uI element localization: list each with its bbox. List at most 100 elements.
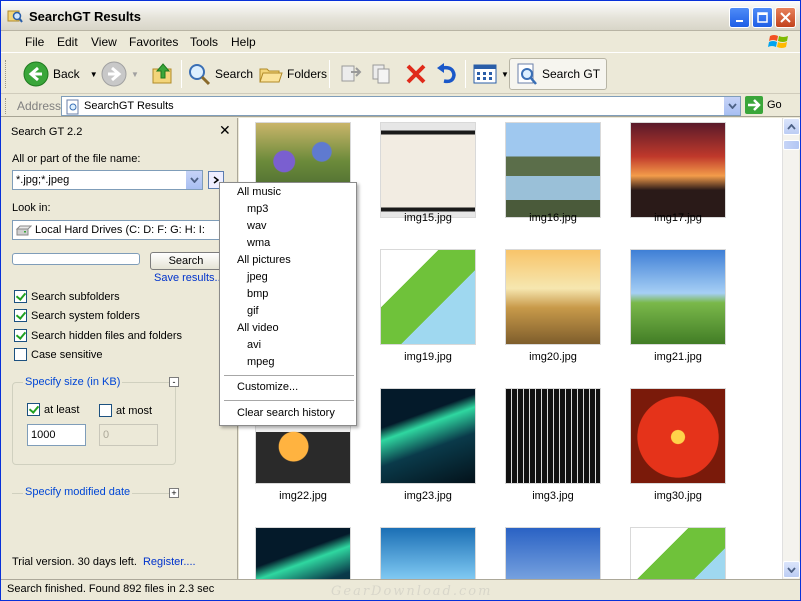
thumbnail-label[interactable]: img22.jpg	[243, 490, 363, 502]
thumbnail[interactable]	[505, 249, 601, 345]
menu-item-wma[interactable]: wma	[247, 237, 270, 249]
menu-item-avi[interactable]: avi	[247, 339, 261, 351]
date-expand-button[interactable]: +	[169, 488, 179, 498]
menu-item-wav[interactable]: wav	[247, 220, 267, 232]
thumbnail-image	[631, 528, 725, 579]
thumbnail-label[interactable]: img30.jpg	[618, 490, 738, 502]
menu-item-all-music[interactable]: All music	[237, 186, 281, 198]
panel-close-icon[interactable]: ✕	[219, 122, 231, 139]
at-least-input[interactable]: 1000	[27, 424, 86, 446]
scroll-thumb[interactable]	[783, 140, 800, 150]
option-search-subfolders[interactable]: Search subfolders	[14, 290, 120, 303]
address-dropdown-button[interactable]	[723, 97, 740, 115]
menu-item-mp3[interactable]: mp3	[247, 203, 268, 215]
folders-button[interactable]: Folders	[259, 58, 327, 90]
trial-text: Trial version. 30 days left.	[12, 556, 137, 568]
thumbnail-label[interactable]: img15.jpg	[368, 212, 488, 224]
copy-to-button[interactable]	[371, 58, 395, 90]
at-least-option[interactable]: at least	[27, 403, 79, 416]
thumbnail[interactable]	[380, 527, 476, 579]
thumbnail[interactable]	[505, 122, 601, 218]
maximize-button[interactable]	[752, 7, 773, 28]
thumbnail-label[interactable]: img19.jpg	[368, 351, 488, 363]
forward-button[interactable]: ▼	[101, 58, 139, 90]
thumbnail[interactable]	[630, 388, 726, 484]
menu-file[interactable]: File	[25, 35, 44, 49]
vertical-scrollbar[interactable]	[782, 118, 800, 579]
menu-item-all-video[interactable]: All video	[237, 322, 279, 334]
lookin-combo[interactable]: Local Hard Drives (C: D: F: G: H: I:	[12, 220, 222, 240]
search-button[interactable]: Search	[187, 58, 253, 90]
views-dropdown-icon[interactable]: ▼	[501, 70, 509, 79]
undo-button[interactable]	[435, 58, 459, 90]
thumbnail[interactable]	[505, 388, 601, 484]
thumbnail[interactable]	[380, 388, 476, 484]
lookin-label: Look in:	[12, 202, 51, 214]
at-most-input[interactable]: 0	[99, 424, 158, 446]
go-button[interactable]: Go	[745, 96, 782, 114]
subfolders-checkbox[interactable]	[14, 290, 27, 303]
menu-tools[interactable]: Tools	[190, 35, 218, 49]
thumbnail-label[interactable]: img21.jpg	[618, 351, 738, 363]
delete-button[interactable]	[405, 58, 427, 90]
menu-item-mpeg[interactable]: mpeg	[247, 356, 275, 368]
save-results-link[interactable]: Save results...	[154, 272, 224, 284]
minimize-button[interactable]	[729, 7, 750, 28]
thumbnail-image	[631, 123, 725, 217]
system-folders-checkbox[interactable]	[14, 309, 27, 322]
up-folder-button[interactable]	[151, 58, 175, 90]
hidden-files-checkbox[interactable]	[14, 329, 27, 342]
address-grip[interactable]	[5, 98, 8, 114]
views-button[interactable]: ▼	[473, 58, 509, 90]
date-group-title[interactable]: Specify modified date	[23, 486, 133, 498]
option-case-sensitive[interactable]: Case sensitive	[14, 348, 103, 361]
menu-clear-history[interactable]: Clear search history	[237, 407, 335, 419]
menu-edit[interactable]: Edit	[57, 35, 78, 49]
option-search-system-folders[interactable]: Search system folders	[14, 309, 140, 322]
menu-favorites[interactable]: Favorites	[129, 35, 178, 49]
menu-item-gif[interactable]: gif	[247, 305, 259, 317]
filename-dropdown-button[interactable]	[185, 171, 202, 189]
at-least-checkbox[interactable]	[27, 403, 40, 416]
back-dropdown-icon[interactable]: ▼	[90, 70, 98, 79]
filename-combo[interactable]: *.jpg;*.jpeg	[12, 170, 203, 190]
register-link[interactable]: Register....	[143, 556, 196, 568]
thumbnail-label[interactable]: img17.jpg	[618, 212, 738, 224]
chevron-down-icon	[727, 103, 737, 109]
thumbnail[interactable]	[630, 249, 726, 345]
thumbnail[interactable]	[630, 122, 726, 218]
case-sensitive-checkbox[interactable]	[14, 348, 27, 361]
menu-view[interactable]: View	[91, 35, 117, 49]
thumbnail-label[interactable]: img16.jpg	[493, 212, 613, 224]
close-button[interactable]	[775, 7, 796, 28]
size-collapse-button[interactable]: -	[169, 377, 179, 387]
search-start-button[interactable]: Search	[150, 252, 222, 270]
address-input[interactable]: SearchGT Results	[61, 96, 741, 116]
thumbnail[interactable]	[505, 527, 601, 579]
thumbnail[interactable]	[630, 527, 726, 579]
scroll-up-button[interactable]	[783, 118, 800, 135]
thumbnail-label[interactable]: img20.jpg	[493, 351, 613, 363]
at-most-option[interactable]: at most	[99, 404, 152, 417]
toolbar-grip[interactable]	[5, 60, 8, 88]
menu-item-all-pictures[interactable]: All pictures	[237, 254, 291, 266]
menu-item-jpeg[interactable]: jpeg	[247, 271, 268, 283]
forward-dropdown-icon[interactable]: ▼	[131, 70, 139, 79]
search-panel: Search GT 2.2 ✕ All or part of the file …	[1, 118, 238, 579]
searchgt-button[interactable]: Search GT	[509, 58, 608, 90]
thumbnail[interactable]	[380, 122, 476, 218]
back-button[interactable]: Back ▼	[23, 58, 98, 90]
menu-item-bmp[interactable]: bmp	[247, 288, 268, 300]
option-search-hidden[interactable]: Search hidden files and folders	[14, 329, 182, 342]
move-to-button[interactable]	[339, 58, 363, 90]
thumbnail[interactable]	[380, 249, 476, 345]
thumbnail-label[interactable]: img23.jpg	[368, 490, 488, 502]
scroll-down-button[interactable]	[783, 561, 800, 578]
thumbnail[interactable]	[255, 527, 351, 579]
size-group-title[interactable]: Specify size (in KB)	[23, 376, 123, 388]
at-most-checkbox[interactable]	[99, 404, 112, 417]
status-text: Search finished. Found 892 files in 2.3 …	[7, 583, 215, 595]
menu-customize[interactable]: Customize...	[237, 381, 298, 393]
thumbnail-label[interactable]: img3.jpg	[493, 490, 613, 502]
menu-help[interactable]: Help	[231, 35, 256, 49]
